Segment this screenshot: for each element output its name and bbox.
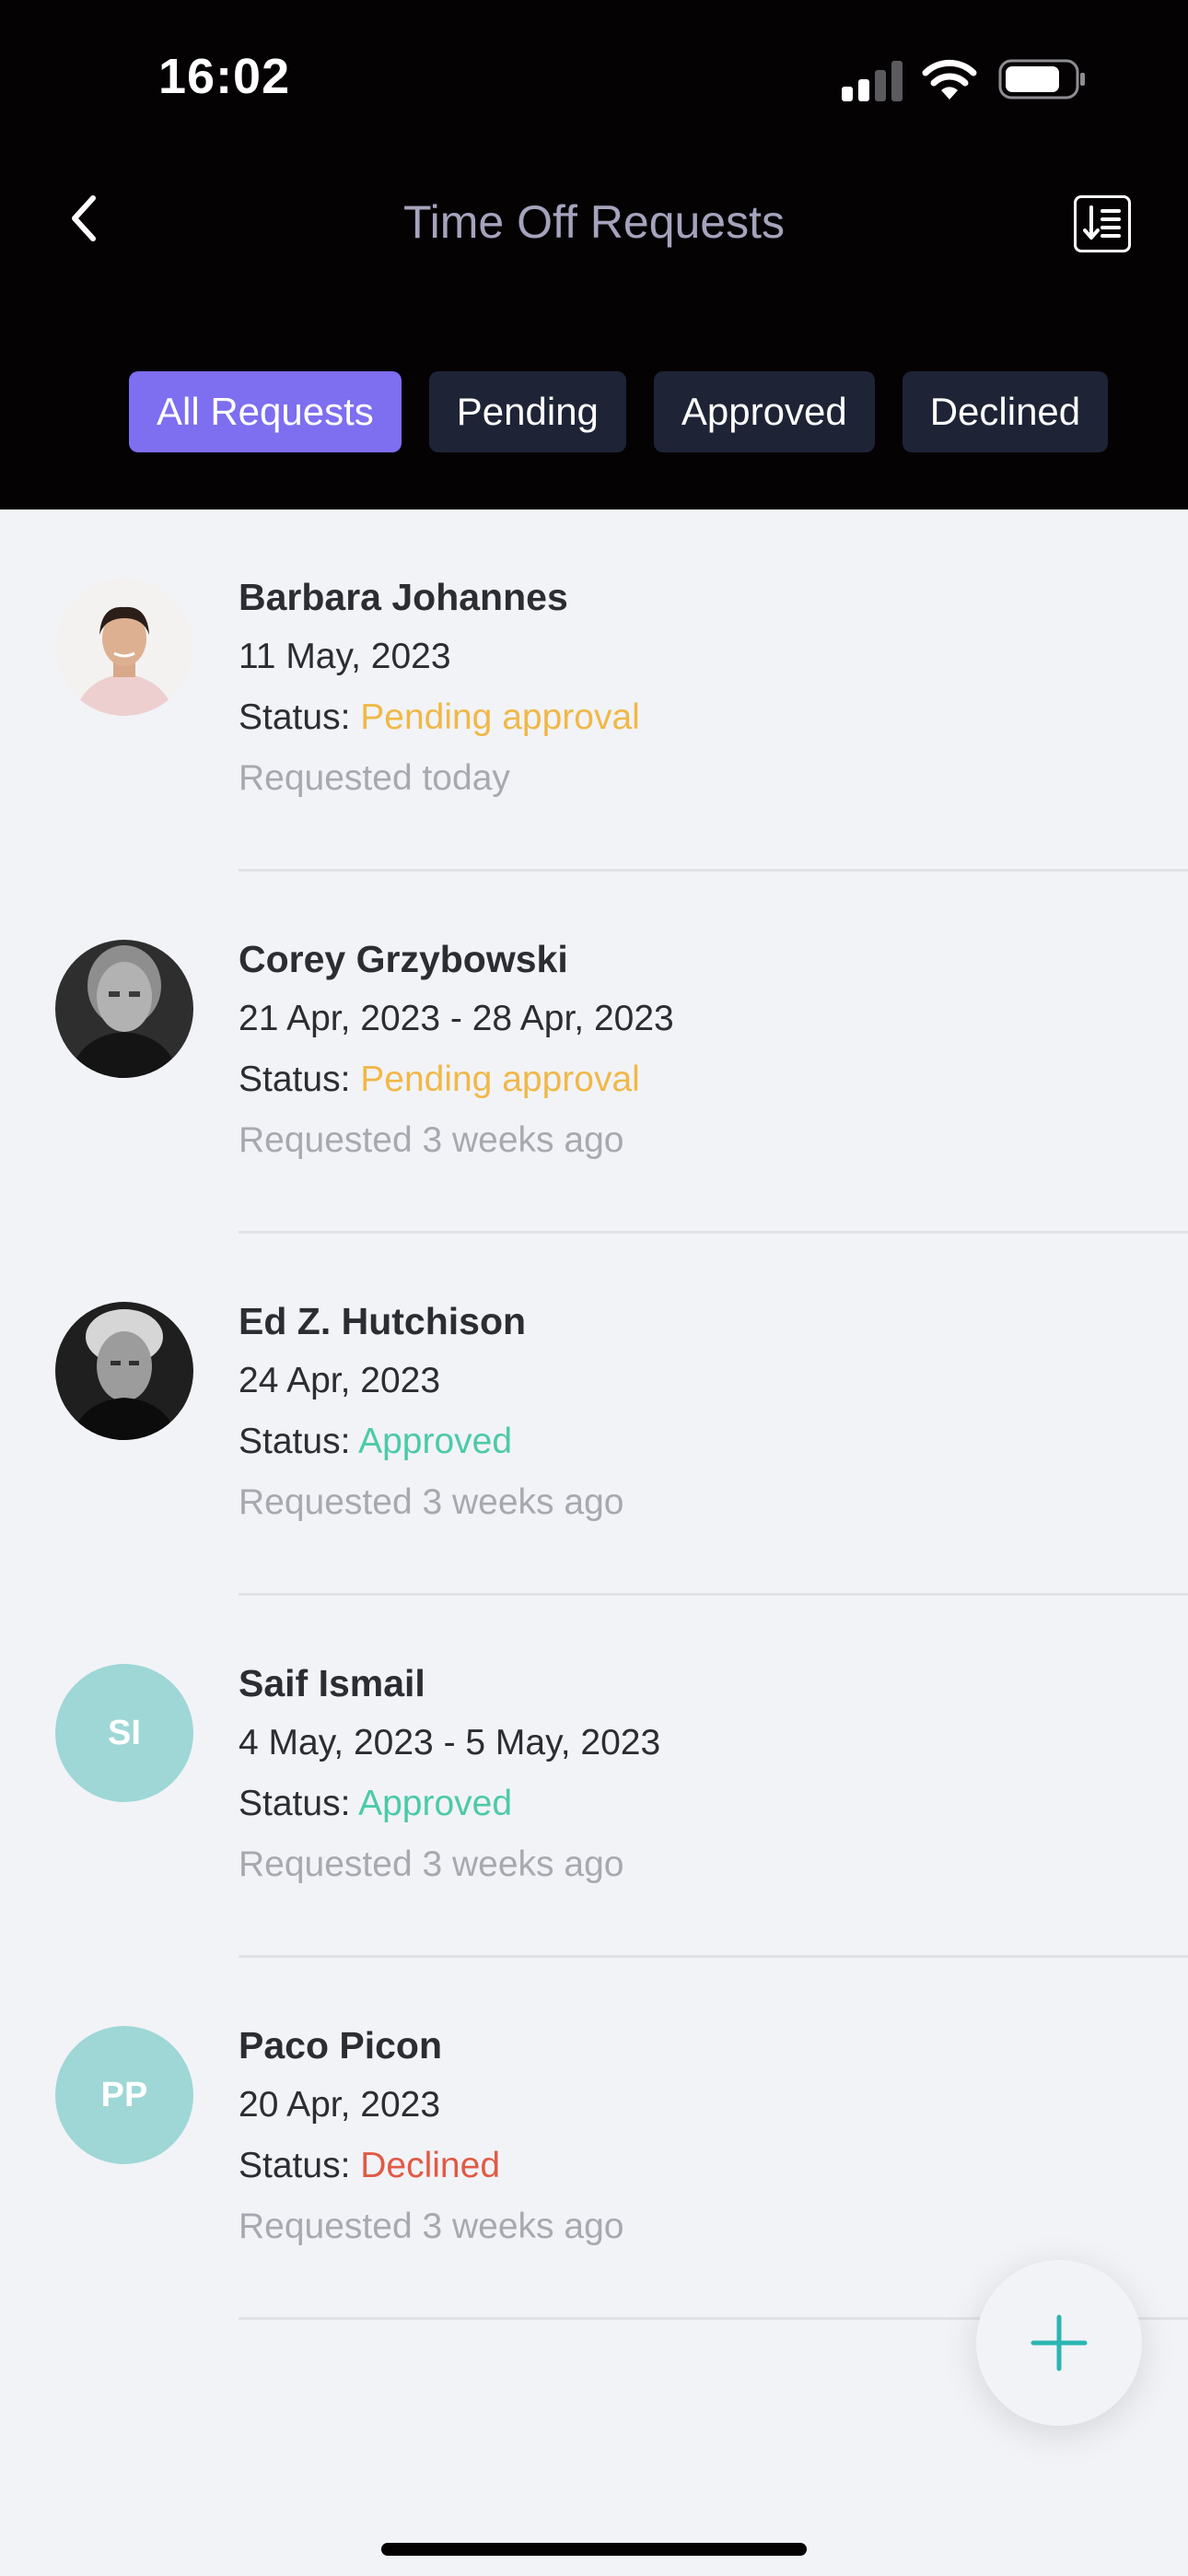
status-line: Status: Declined — [239, 2146, 500, 2186]
status-label: Status: — [239, 1422, 351, 1461]
status-value: Declined — [360, 2146, 501, 2185]
avatar-initials: SI — [55, 1664, 193, 1802]
requester-name: Corey Grzybowski — [239, 938, 568, 980]
avatar-photo — [55, 578, 193, 716]
request-item[interactable]: Ed Z. Hutchison 24 Apr, 2023 Status: App… — [0, 1234, 1188, 1596]
avatar — [55, 578, 193, 716]
tab-all-requests[interactable]: All Requests — [129, 371, 402, 452]
status-value: Approved — [358, 1422, 513, 1461]
status-line: Status: Approved — [239, 1422, 512, 1462]
tab-declined[interactable]: Declined — [902, 371, 1109, 452]
request-list: Barbara Johannes 11 May, 2023 Status: Pe… — [0, 509, 1188, 2320]
sort-button[interactable] — [1074, 195, 1131, 252]
tab-approved[interactable]: Approved — [653, 371, 875, 452]
add-request-button[interactable] — [976, 2260, 1142, 2426]
status-value: Pending approval — [360, 1060, 640, 1099]
cellular-signal-icon — [842, 61, 903, 101]
requester-name: Barbara Johannes — [239, 576, 568, 618]
requester-name: Ed Z. Hutchison — [239, 1300, 527, 1342]
request-item[interactable]: Corey Grzybowski 21 Apr, 2023 - 28 Apr, … — [0, 872, 1188, 1234]
requested-time: Requested 3 weeks ago — [239, 1120, 624, 1160]
app-header: 16:02 Time Off Requests All Requests Pen… — [0, 0, 1188, 509]
requester-name: Saif Ismail — [239, 1662, 425, 1704]
requested-time: Requested 3 weeks ago — [239, 1844, 624, 1884]
request-item[interactable]: SI Saif Ismail 4 May, 2023 - 5 May, 2023… — [0, 1596, 1188, 1958]
status-label: Status: — [239, 2146, 351, 2185]
request-dates: 20 Apr, 2023 — [239, 2085, 441, 2125]
avatar-initials: PP — [55, 2026, 193, 2164]
request-item[interactable]: PP Paco Picon 20 Apr, 2023 Status: Decli… — [0, 1958, 1188, 2320]
requested-time: Requested 3 weeks ago — [239, 2207, 624, 2246]
status-label: Status: — [239, 1784, 351, 1823]
page-title: Time Off Requests — [402, 196, 786, 248]
request-dates: 24 Apr, 2023 — [239, 1361, 441, 1400]
requested-time: Requested 3 weeks ago — [239, 1482, 624, 1522]
status-line: Status: Pending approval — [239, 1060, 640, 1100]
status-line: Status: Pending approval — [239, 697, 640, 738]
home-indicator — [381, 2543, 807, 2556]
status-label: Status: — [239, 697, 351, 737]
requester-name: Paco Picon — [239, 2024, 443, 2067]
avatar-photo — [55, 940, 193, 1078]
avatar-photo — [55, 1302, 193, 1440]
request-item[interactable]: Barbara Johannes 11 May, 2023 Status: Pe… — [0, 509, 1188, 872]
request-dates: 11 May, 2023 — [239, 637, 451, 676]
status-label: Status: — [239, 1060, 351, 1099]
status-line: Status: Approved — [239, 1784, 512, 1824]
requested-time: Requested today — [239, 758, 510, 798]
request-dates: 21 Apr, 2023 - 28 Apr, 2023 — [239, 999, 674, 1038]
avatar — [55, 1302, 193, 1440]
request-dates: 4 May, 2023 - 5 May, 2023 — [239, 1723, 661, 1762]
status-value: Approved — [358, 1784, 513, 1823]
battery-icon — [998, 59, 1085, 100]
avatar — [55, 940, 193, 1078]
status-time: 16:02 — [158, 49, 291, 104]
wifi-icon — [922, 59, 977, 100]
status-value: Pending approval — [360, 697, 640, 737]
tab-pending[interactable]: Pending — [428, 371, 626, 452]
plus-icon — [1031, 2314, 1088, 2371]
filter-tabs: All Requests Pending Approved Declined — [129, 371, 1109, 452]
sort-list-icon — [1083, 205, 1121, 240]
